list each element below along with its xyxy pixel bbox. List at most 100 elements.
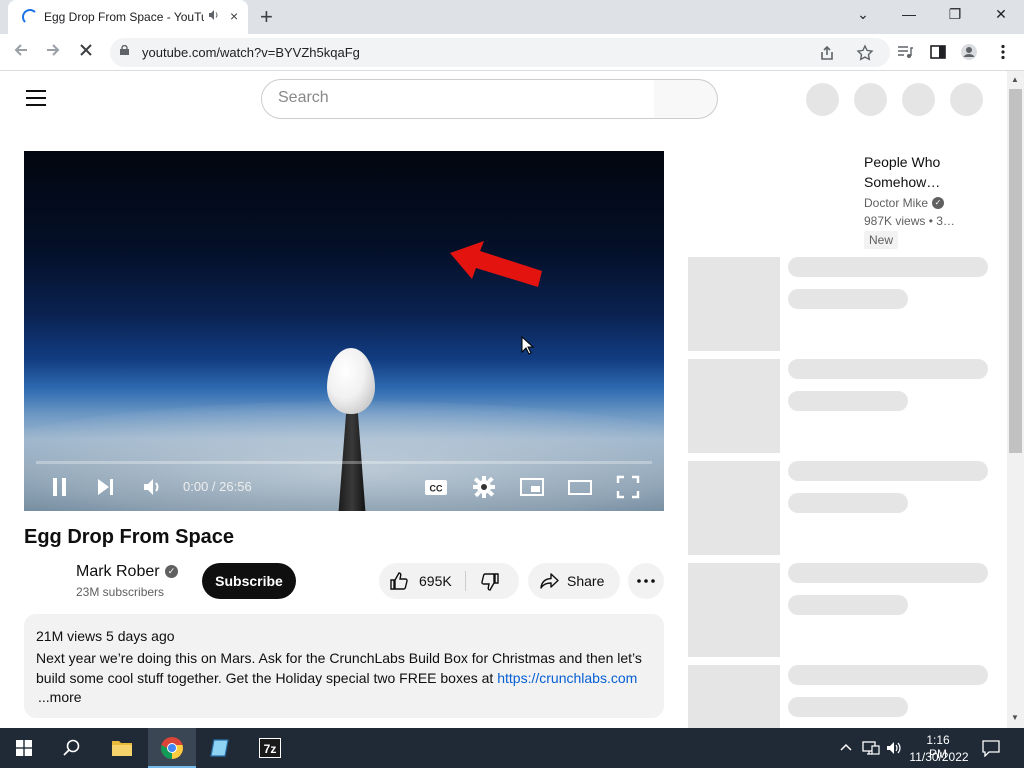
thumbs-down-icon	[481, 573, 499, 591]
video-progress-bar[interactable]	[36, 461, 652, 464]
share-page-icon[interactable]	[818, 44, 836, 62]
loading-text-placeholder	[788, 359, 988, 379]
start-button[interactable]	[0, 728, 48, 768]
scroll-down-icon[interactable]: ▼	[1011, 713, 1019, 722]
tab-close-icon[interactable]: ×	[230, 8, 238, 24]
taskbar-app[interactable]	[196, 728, 244, 768]
media-control-icon[interactable]	[896, 43, 914, 61]
channel-name[interactable]: Mark Rober	[76, 563, 160, 581]
video-time: 0:00 / 26:56	[183, 479, 252, 494]
loading-text-placeholder	[788, 289, 908, 309]
side-panel-icon[interactable]	[929, 43, 947, 61]
speaker-icon[interactable]	[208, 9, 220, 24]
like-button[interactable]: 695K	[379, 563, 465, 599]
header-placeholder-button[interactable]	[950, 83, 983, 116]
loading-text-placeholder	[788, 461, 988, 481]
bookmark-star-icon[interactable]	[856, 44, 874, 62]
notifications-icon[interactable]	[982, 739, 1000, 757]
verified-badge-icon: ✓	[165, 565, 178, 578]
recommended-channel-name[interactable]: Doctor Mike	[864, 196, 928, 210]
video-description[interactable]: 21M views 5 days ago Next year we’re doi…	[24, 614, 664, 718]
share-button[interactable]: Share	[528, 563, 620, 599]
fullscreen-icon[interactable]	[616, 475, 640, 499]
scroll-up-icon[interactable]: ▲	[1011, 75, 1019, 84]
new-tab-button[interactable]: +	[260, 4, 273, 30]
taskbar-chrome[interactable]	[148, 728, 196, 768]
app-icon	[210, 739, 229, 757]
show-more-link[interactable]: ...more	[38, 689, 82, 705]
subscribe-button[interactable]: Subscribe	[202, 563, 296, 599]
search-box[interactable]	[261, 79, 656, 119]
settings-gear-icon[interactable]	[472, 475, 496, 499]
restore-icon[interactable]: ❐	[943, 6, 967, 26]
chrome-logo-icon	[161, 737, 183, 759]
taskbar-date[interactable]: 11/30/2022	[906, 750, 972, 764]
minimize-icon[interactable]: —	[897, 6, 921, 26]
taskbar-file-explorer[interactable]	[98, 728, 146, 768]
miniplayer-icon[interactable]	[520, 475, 544, 499]
recommended-video-stats: 987K views • 3…	[864, 214, 955, 228]
header-placeholder-button[interactable]	[806, 83, 839, 116]
browser-menu-icon[interactable]	[994, 43, 1012, 61]
7zip-icon: 7z	[259, 738, 281, 758]
volume-tray-icon[interactable]	[886, 740, 902, 756]
svg-text:CC: CC	[430, 484, 443, 494]
taskbar-7zip[interactable]: 7z	[246, 728, 294, 768]
scrollbar-thumb[interactable]	[1009, 89, 1022, 453]
loading-text-placeholder	[788, 257, 988, 277]
loading-thumbnail-placeholder	[688, 665, 780, 728]
header-placeholder-button[interactable]	[854, 83, 887, 116]
loading-thumbnail-placeholder	[688, 563, 780, 657]
pause-icon[interactable]	[48, 475, 72, 499]
tab-title: Egg Drop From Space - YouTube	[44, 10, 204, 24]
view-count-date: 21M views 5 days ago	[36, 628, 175, 644]
header-placeholder-button[interactable]	[902, 83, 935, 116]
show-hidden-icons-icon[interactable]	[840, 742, 852, 754]
loading-text-placeholder	[788, 665, 988, 685]
page-scrollbar[interactable]: ▲ ▼	[1007, 71, 1024, 728]
search-icon	[63, 739, 80, 756]
theater-mode-icon[interactable]	[568, 475, 592, 499]
browser-tab-strip: Egg Drop From Space - YouTube × + ⌄ — ❐ …	[0, 0, 1024, 34]
taskbar-search-button[interactable]	[48, 728, 96, 768]
hamburger-menu-icon[interactable]	[26, 90, 46, 106]
volume-icon[interactable]	[141, 475, 165, 499]
forward-icon[interactable]	[44, 41, 62, 64]
loading-text-placeholder	[788, 697, 908, 717]
loading-spinner-icon	[22, 9, 38, 25]
tab-search-icon[interactable]: ⌄	[851, 6, 875, 26]
more-horizontal-icon	[637, 579, 655, 583]
loading-thumbnail-placeholder	[688, 461, 780, 555]
search-button[interactable]	[654, 79, 718, 119]
loading-text-placeholder	[788, 391, 908, 411]
mouse-cursor-icon	[521, 336, 535, 355]
subscriber-count: 23M subscribers	[76, 585, 165, 599]
next-video-icon[interactable]	[94, 475, 118, 499]
video-title: Egg Drop From Space	[24, 526, 235, 548]
windows-logo-icon	[16, 740, 32, 756]
profile-avatar-icon[interactable]	[960, 43, 978, 61]
video-player[interactable]: 0:00 / 26:56 CC	[24, 151, 664, 511]
folder-icon	[112, 741, 132, 756]
recommended-video-title[interactable]: People Who Somehow…	[864, 152, 974, 192]
loading-thumbnail-placeholder	[688, 359, 780, 453]
description-link[interactable]: https://crunchlabs.com	[497, 670, 637, 686]
close-window-icon[interactable]: ✕	[989, 6, 1013, 26]
lock-icon	[120, 45, 129, 55]
browser-tab[interactable]: Egg Drop From Space - YouTube ×	[8, 0, 248, 34]
like-dislike-group: 695K	[379, 563, 519, 599]
verified-badge-icon: ✓	[932, 197, 944, 209]
browser-toolbar: youtube.com/watch?v=BYVZh5kqaFg	[0, 34, 1024, 71]
subtitles-cc-icon[interactable]: CC	[424, 475, 448, 499]
loading-text-placeholder	[788, 595, 908, 615]
like-count: 695K	[419, 573, 452, 589]
windows-taskbar: 7z	[0, 728, 1024, 768]
address-bar[interactable]: youtube.com/watch?v=BYVZh5kqaFg	[110, 38, 890, 67]
search-input[interactable]	[278, 89, 638, 107]
dislike-button[interactable]	[466, 563, 519, 599]
more-actions-button[interactable]	[628, 563, 664, 599]
stop-loading-icon[interactable]	[77, 41, 95, 64]
network-icon[interactable]	[862, 740, 880, 756]
thumbs-up-icon	[390, 572, 408, 590]
back-icon[interactable]	[12, 41, 30, 64]
